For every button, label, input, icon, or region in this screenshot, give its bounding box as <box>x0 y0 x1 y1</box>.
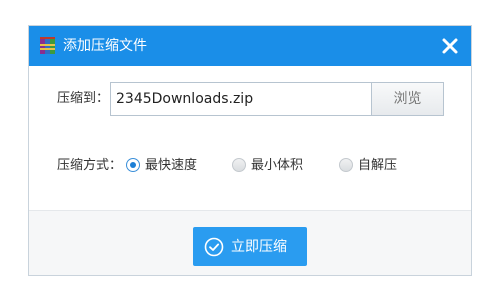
close-button[interactable] <box>438 34 462 58</box>
dialog-footer: 立即压缩 <box>29 210 471 275</box>
add-archive-dialog: 添加压缩文件 压缩到： 浏览 压缩方式： 最快速度 最小体积 自解压 <box>28 25 472 276</box>
dialog-title: 添加压缩文件 <box>63 38 147 54</box>
radio-button[interactable] <box>339 158 353 172</box>
compress-method-label: 压缩方式： <box>57 158 123 173</box>
close-icon <box>442 38 458 54</box>
archive-path-input[interactable] <box>110 82 372 116</box>
winrar-books-icon <box>40 37 56 55</box>
radio-button[interactable] <box>232 158 246 172</box>
radio-button-selected[interactable] <box>126 158 140 172</box>
radio-label: 自解压 <box>358 158 398 173</box>
compress-to-label: 压缩到： <box>57 91 110 106</box>
browse-button[interactable]: 浏览 <box>371 82 444 116</box>
compress-now-label: 立即压缩 <box>231 239 287 255</box>
title-bar: 添加压缩文件 <box>29 26 471 66</box>
radio-label: 最快速度 <box>145 158 198 173</box>
radio-label: 最小体积 <box>251 158 304 173</box>
check-circle-icon <box>204 237 224 257</box>
compress-now-button[interactable]: 立即压缩 <box>193 227 307 266</box>
